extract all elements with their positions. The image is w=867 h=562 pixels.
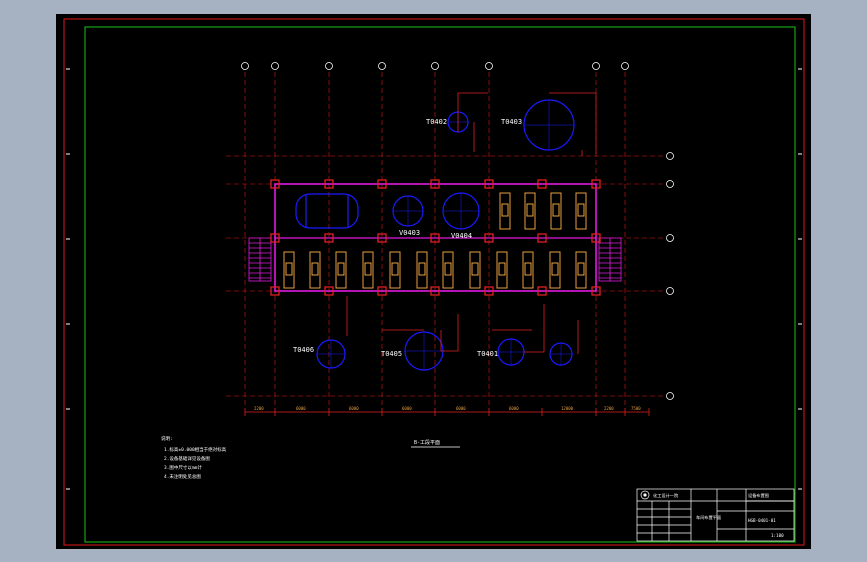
notes-block: 说明: 1.标高±0.000相当于绝对标高 2.设备基础详见设备图 3.图中尺寸…: [161, 435, 227, 480]
vessel-v0404: [442, 192, 480, 230]
tank-label-t0402: T0402: [426, 118, 447, 126]
dim-label: 2200: [254, 406, 264, 411]
tank-label-t0403: T0403: [501, 118, 522, 126]
tank-t0406: [316, 339, 346, 369]
tank-label-v0403: V0403: [399, 229, 420, 237]
grid-lines-horizontal: [226, 155, 666, 397]
horizontal-vessel: [295, 193, 359, 229]
tank-t0401: [497, 338, 525, 366]
tank-label-t0406: T0406: [293, 346, 314, 354]
dim-label: 6000: [349, 406, 359, 411]
dim-label: 6000: [296, 406, 306, 411]
title-block-company: 化工设计一院: [653, 492, 679, 499]
tank-t0405: [404, 331, 444, 371]
inner-frame: [84, 26, 796, 543]
dim-label: 6000: [402, 406, 412, 411]
title-block-drawing-title: 设备布置图: [748, 492, 769, 499]
zone-ticks: [66, 68, 802, 490]
tank-label-t0401: T0401: [477, 350, 498, 358]
notes-title: 说明:: [161, 435, 173, 442]
vessel-v0403: [392, 195, 424, 227]
drawing-sheet: 2200 6000 6000 6000 6000 6000 12000 2200…: [56, 14, 811, 549]
dim-label: 6000: [509, 406, 519, 411]
notes-line: 2.设备基础详见设备图: [164, 455, 210, 462]
title-block-sheet-label: 车间布置平面: [696, 514, 721, 521]
stair-left: [248, 237, 272, 282]
notes-line: 1.标高±0.000相当于绝对标高: [164, 446, 227, 453]
company-logo-icon: [640, 490, 650, 500]
tank-small: [549, 342, 573, 366]
dim-label: 7500: [631, 406, 641, 411]
title-block-scale: 1:100: [771, 533, 784, 538]
dim-label: 2200: [604, 406, 614, 411]
tank-label-v0404: V0404: [451, 232, 472, 240]
tank-t0403: [523, 99, 575, 151]
cad-drawing: 2200 6000 6000 6000 6000 6000 12000 2200…: [63, 18, 805, 546]
pumps-upper: [499, 192, 587, 230]
stair-right: [598, 237, 622, 282]
tank-label-t0405: T0405: [381, 350, 402, 358]
notes-line: 4.未注明处见总图: [164, 473, 201, 480]
tank-leaders: [346, 92, 597, 354]
title-block-drawing-no: HGB-0401-01: [748, 518, 776, 523]
dim-label: 12000: [561, 406, 574, 411]
notes-line: 3.图中尺寸以mm计: [164, 464, 202, 471]
plan-title: B-工段平面: [414, 439, 440, 446]
dimension-texts: 2200 6000 6000 6000 6000 6000 12000 2200…: [254, 406, 641, 411]
dim-label: 6000: [456, 406, 466, 411]
